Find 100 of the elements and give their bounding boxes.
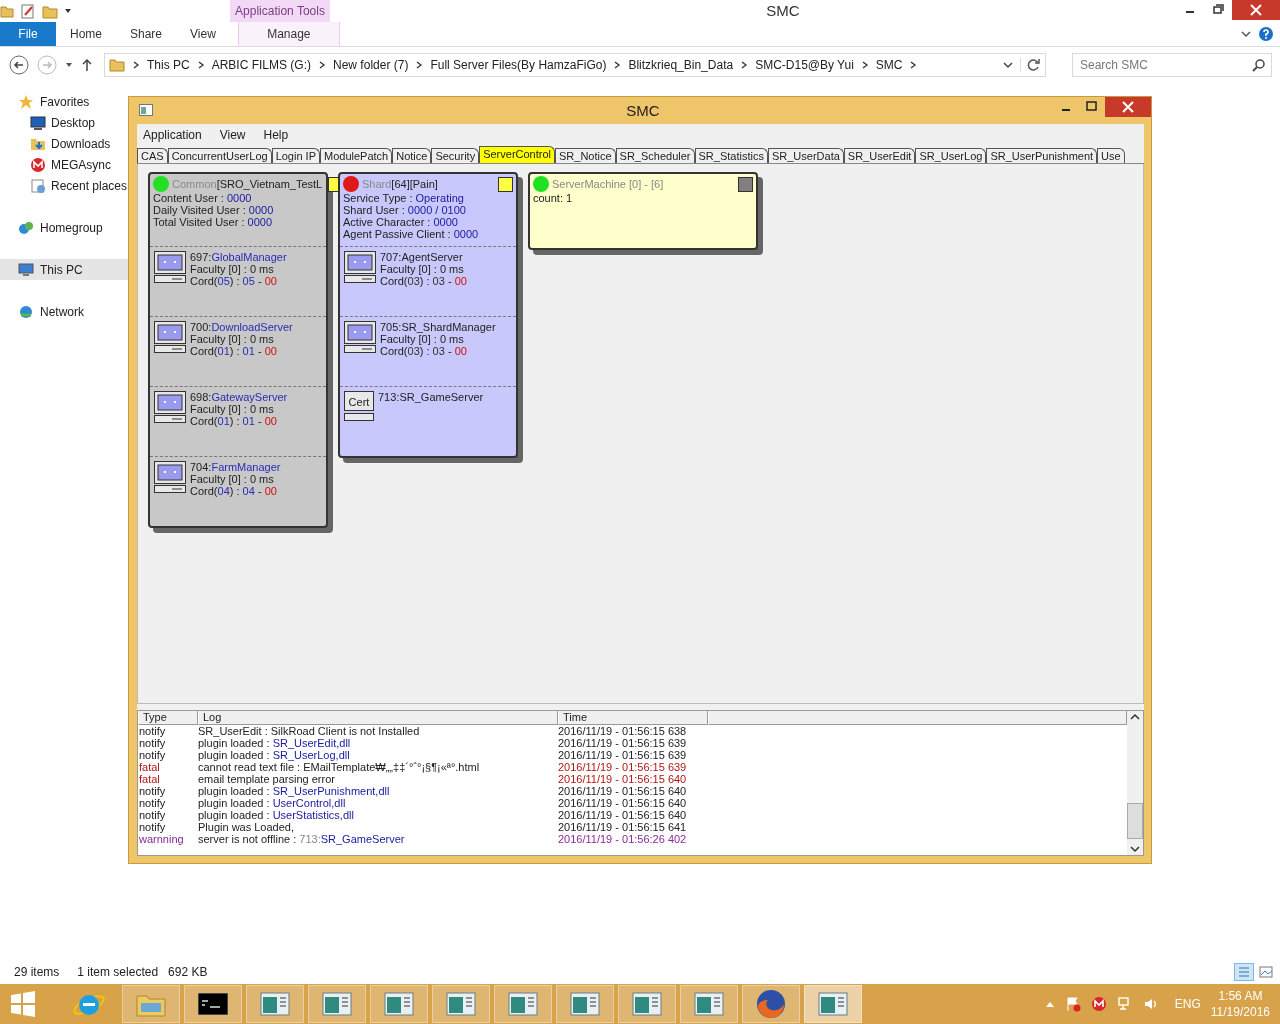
tab[interactable]: SR_UserEdit: [843, 148, 916, 163]
sidebar-item[interactable]: Downloads: [0, 133, 128, 154]
ribbon-tab[interactable]: Manage: [237, 22, 340, 46]
tab[interactable]: SR_Statistics: [694, 148, 768, 163]
m-logo-icon: [30, 156, 46, 173]
ribbon-tab[interactable]: Share: [116, 22, 177, 46]
scrollbar[interactable]: [1127, 711, 1143, 855]
tab[interactable]: Security: [431, 148, 480, 163]
ribbon-tab[interactable]: Home: [56, 22, 116, 46]
breadcrumb[interactable]: Full Server Files(By HamzaFiGo): [430, 58, 607, 72]
properties-icon[interactable]: [20, 3, 36, 19]
sidebar-label: Downloads: [51, 136, 111, 151]
start-icon[interactable]: [10, 991, 36, 1017]
scroll-down-icon[interactable]: [1130, 845, 1140, 853]
card-title: Shard[64][Pain]: [362, 178, 438, 190]
tab[interactable]: CAS: [137, 148, 168, 163]
info-line: Service Type : Operating: [343, 192, 465, 204]
dropdown-icon[interactable]: [1002, 60, 1014, 70]
chevron-icon[interactable]: [131, 60, 141, 70]
card-title: Common[SRO_Vietnam_TestL: [172, 178, 323, 190]
tab[interactable]: ConcurrentUserLog: [167, 148, 272, 163]
column-header[interactable]: Time: [558, 711, 708, 725]
tab[interactable]: Use: [1097, 148, 1125, 163]
menu-item[interactable]: Application: [143, 128, 202, 142]
caret-icon[interactable]: [64, 7, 72, 15]
clock-time: 1:56 AM: [1218, 988, 1263, 1004]
app-window-icon: [694, 992, 724, 1016]
monitor-icon: [154, 391, 186, 423]
refresh-icon[interactable]: [1020, 58, 1041, 72]
back-icon[interactable]: [8, 54, 30, 76]
log-time: 2016/11/19 - 01:56:15 641: [558, 821, 688, 833]
sidebar-label: Recent places: [51, 178, 128, 193]
breadcrumb[interactable]: SMC-D15@By Yui: [755, 58, 854, 72]
close-icon[interactable]: [1232, 0, 1280, 20]
folder-icon[interactable]: [0, 4, 14, 18]
breadcrumb[interactable]: This PC: [147, 58, 190, 72]
ribbon-tab[interactable]: View: [176, 22, 230, 46]
app-icon[interactable]: [139, 104, 153, 116]
log-message: plugin loaded : UserStatistics,dll: [198, 809, 355, 821]
log-type: fatal: [138, 773, 161, 785]
log-type: fatal: [138, 761, 161, 773]
contextual-tab-header: Application Tools: [230, 0, 330, 22]
monitor-icon: [154, 321, 186, 353]
info-line: Daily Visited User : 0000: [153, 204, 275, 216]
server-name: 704:FarmManager: [190, 461, 281, 473]
log-type: warnning: [138, 833, 185, 845]
folder-icon: [109, 58, 125, 72]
menu-item[interactable]: View: [219, 128, 246, 142]
fox-globe-icon: [755, 988, 787, 1020]
breadcrumb[interactable]: SMC: [875, 58, 903, 72]
taskbar-button[interactable]: [184, 985, 242, 1023]
sidebar-item[interactable]: Network: [0, 301, 128, 322]
tab[interactable]: SR_UserData: [767, 148, 844, 163]
breadcrumb[interactable]: ARBIC FILMS (G:): [211, 58, 312, 72]
m-logo-icon[interactable]: [1090, 996, 1107, 1012]
menu-item[interactable]: Help: [263, 128, 289, 142]
scroll-up-icon[interactable]: [1130, 713, 1140, 721]
sidebar-item[interactable]: This PC: [0, 259, 128, 280]
selection-info: 1 item selected: [77, 965, 159, 979]
sidebar-label: This PC: [40, 262, 83, 277]
tab[interactable]: Login IP: [271, 148, 320, 163]
server-name: 700:DownloadServer: [190, 321, 293, 333]
column-header[interactable]: Type: [138, 711, 198, 725]
recent-places-icon: [30, 177, 46, 194]
log-time: 2016/11/19 - 01:56:15 638: [558, 725, 688, 737]
tab[interactable]: ModulePatch: [320, 148, 393, 163]
search-field[interactable]: Search SMC: [1072, 53, 1272, 77]
log-message: cannot read text file : EMailTemplate₩„„‡‡´°ˆ°¡§¶¡«ª°.html: [198, 761, 481, 773]
sidebar-item[interactable]: Desktop: [0, 112, 128, 133]
log-message: SR_UserEdit : SilkRoad Client is not Installed: [198, 725, 421, 737]
close-icon[interactable]: [1105, 97, 1151, 117]
breadcrumb[interactable]: Blitzkrieq_Bin_Data: [628, 58, 734, 72]
tab[interactable]: SR_UserLog: [915, 148, 987, 163]
sidebar-item[interactable]: MEGAsync: [0, 154, 128, 175]
tab[interactable]: ServerControl: [479, 146, 555, 163]
up-arrow-icon[interactable]: [80, 57, 94, 73]
log-type: notify: [138, 809, 167, 821]
flag-icon[interactable]: [1064, 996, 1081, 1012]
chevron-icon[interactable]: [1240, 29, 1252, 39]
address-bar[interactable]: This PC ARBIC FILMS (G:) New folder (7) Full Server Files(By HamzaFiGo) Blitzkrieq_Bin_Data SMC-D15@By Yui SMC: [104, 53, 1046, 77]
tab[interactable]: SR_UserPunishment: [986, 148, 1098, 163]
log-time: 2016/11/19 - 01:56:15 640: [558, 785, 688, 797]
faculty-line: Faculty [0] : 0 ms: [380, 333, 465, 345]
log-time: 2016/11/19 - 01:56:15 639: [558, 761, 688, 773]
sidebar-item[interactable]: Recent places: [0, 175, 128, 196]
scrollbar-thumb[interactable]: [1127, 803, 1143, 839]
info-line: Agent Passive Client : 0000: [343, 228, 480, 240]
sidebar-item[interactable]: Homegroup: [0, 217, 128, 238]
help-icon[interactable]: [1258, 26, 1274, 42]
column-header[interactable]: Log: [198, 711, 558, 725]
sidebar-label: Favorites: [40, 94, 90, 109]
tab[interactable]: Notice: [392, 148, 432, 163]
tab[interactable]: SR_Notice: [555, 148, 616, 163]
tab[interactable]: SR_Scheduler: [615, 148, 695, 163]
log-message: Plugin was Loaded,: [198, 821, 295, 833]
window-title: SMC: [765, 1, 801, 21]
ribbon-tab[interactable]: File: [0, 22, 56, 46]
tiles-view-icon[interactable]: [1258, 964, 1274, 980]
breadcrumb[interactable]: New folder (7): [333, 58, 409, 72]
sidebar-item[interactable]: Favorites: [0, 91, 128, 112]
